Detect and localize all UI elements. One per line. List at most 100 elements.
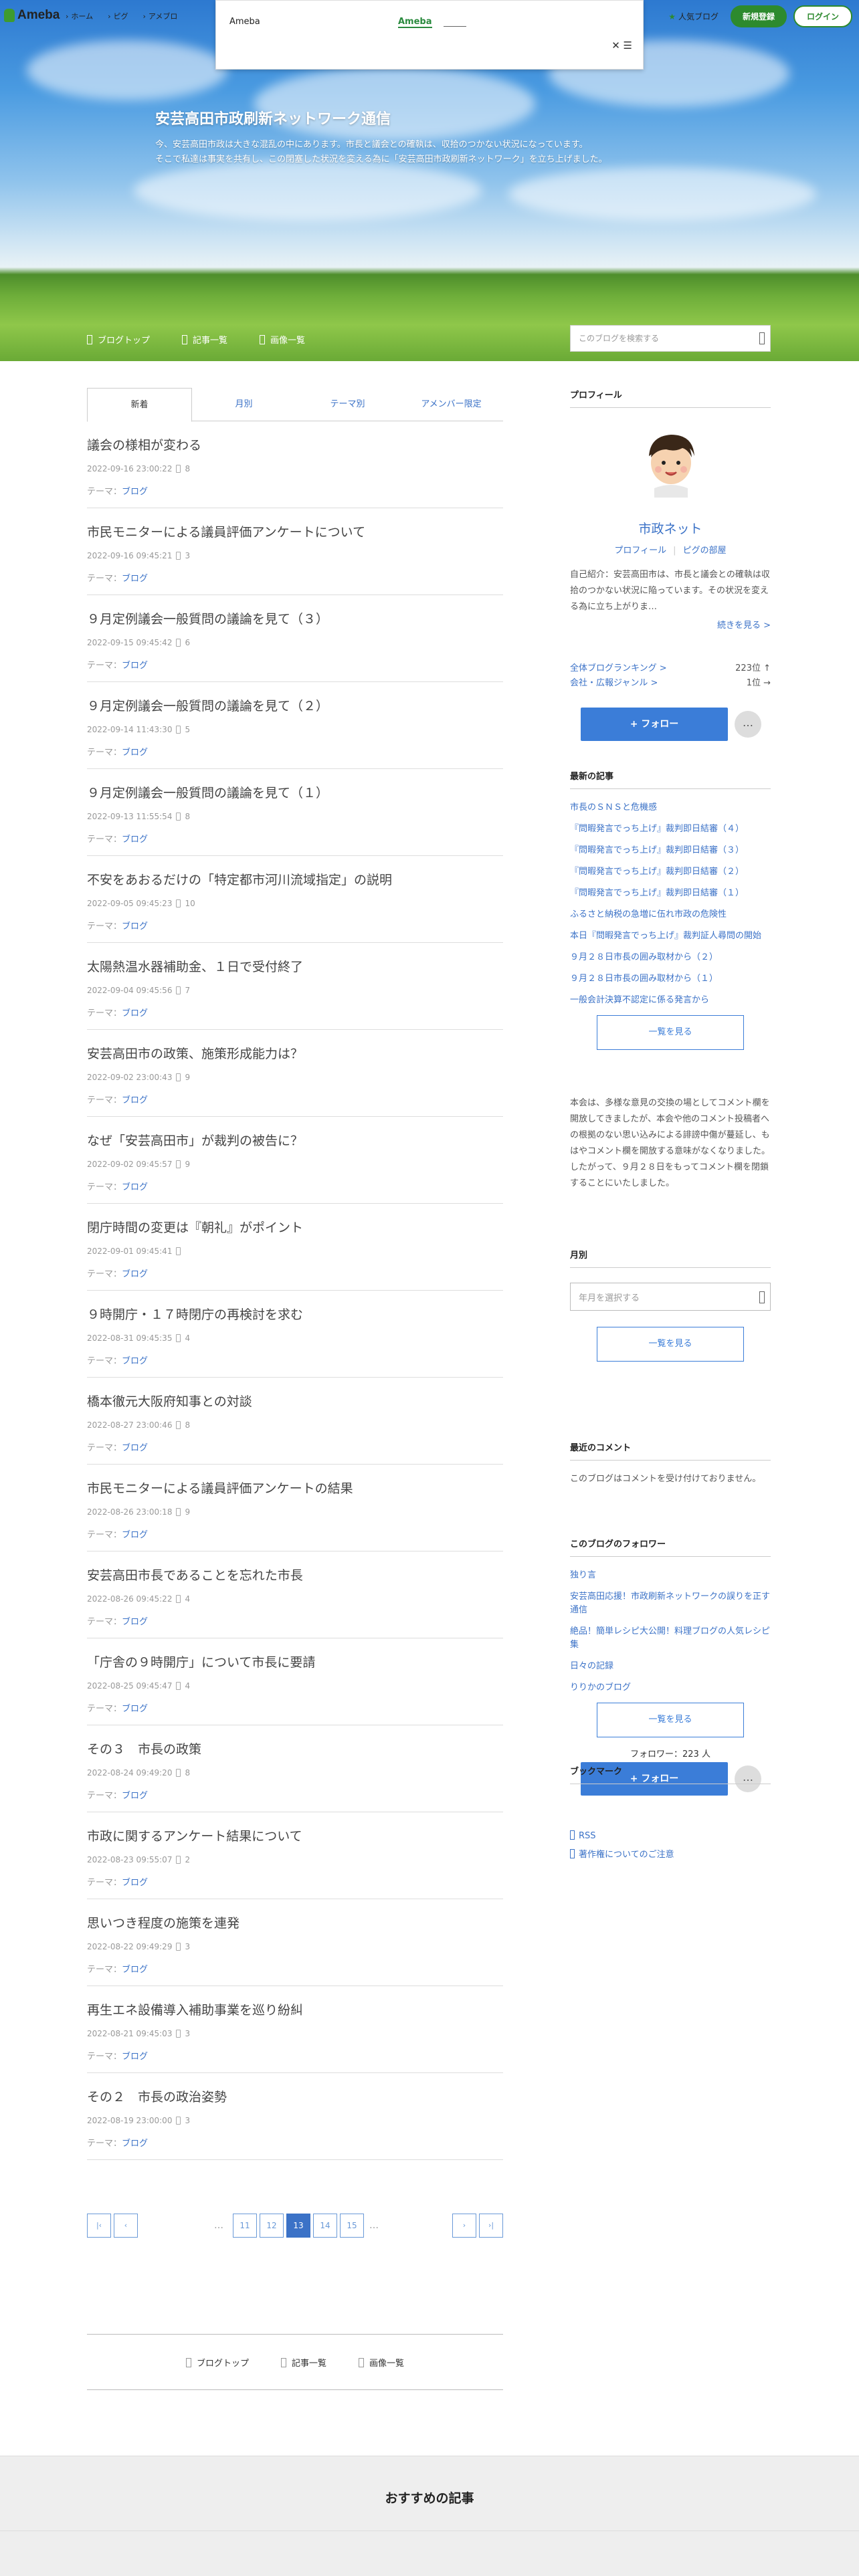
- comment-icon[interactable]: [176, 813, 181, 821]
- recent-entry-link[interactable]: 市長のＳＮＳと危機感: [570, 801, 771, 815]
- comment-icon[interactable]: [176, 1856, 181, 1864]
- recent-entry-link[interactable]: 『問暇発言でっち上げ』裁判即日結審（２）: [570, 865, 771, 879]
- nav-image-list[interactable]: 画像一覧: [260, 333, 305, 346]
- comment-icon[interactable]: [176, 1508, 181, 1516]
- avatar[interactable]: [634, 424, 708, 498]
- entry-title[interactable]: 安芸高田市長であることを忘れた市長: [87, 1566, 503, 1585]
- recent-entry-link[interactable]: 一般会計決算不認定に係る発言から: [570, 994, 771, 1007]
- entry-title[interactable]: 閉庁時間の変更は『朝礼』がポイント: [87, 1218, 503, 1237]
- theme-link[interactable]: ブログ: [122, 748, 148, 758]
- page-12[interactable]: 12: [260, 2214, 284, 2238]
- comment-icon[interactable]: [176, 639, 181, 647]
- theme-link[interactable]: ブログ: [122, 1095, 148, 1105]
- tab-amember[interactable]: アメンバー限定: [399, 388, 503, 421]
- entry-title[interactable]: 市民モニターによる議員評価アンケートの結果: [87, 1479, 503, 1498]
- page-11[interactable]: 11: [233, 2214, 257, 2238]
- recent-entry-link[interactable]: 『問暇発言でっち上げ』裁判即日結審（１）: [570, 887, 771, 900]
- bottom-nav-list[interactable]: 記事一覧: [281, 2356, 326, 2369]
- comment-icon[interactable]: [176, 2117, 181, 2125]
- comment-icon[interactable]: [176, 1421, 181, 1429]
- nav-home[interactable]: ホーム: [66, 11, 93, 21]
- page-13-current[interactable]: 13: [286, 2214, 310, 2238]
- entry-title[interactable]: 安芸高田市の政策、施策形成能力は？: [87, 1045, 503, 1063]
- login-button[interactable]: ログイン: [793, 5, 852, 27]
- entry-title[interactable]: 市政に関するアンケート結果について: [87, 1827, 503, 1846]
- nav-blog-top[interactable]: ブログトップ: [87, 333, 150, 346]
- comment-icon[interactable]: [176, 986, 181, 994]
- signup-button[interactable]: 新規登録: [730, 5, 787, 27]
- rss-link[interactable]: RSS: [570, 1827, 771, 1846]
- pig-room-link[interactable]: ピグの部屋: [683, 546, 727, 556]
- nav-ameblo[interactable]: アメブロ: [142, 11, 177, 21]
- entry-title[interactable]: ９月定例議会一般質問の議論を見て（３）: [87, 610, 503, 629]
- blog-title[interactable]: 安芸高田市政刷新ネットワーク通信: [155, 107, 391, 128]
- comment-icon[interactable]: [176, 2030, 181, 2038]
- theme-link[interactable]: ブログ: [122, 922, 148, 932]
- comment-icon[interactable]: [176, 726, 181, 734]
- entry-title[interactable]: ９時開庁・１７時閉庁の再検討を求む: [87, 1305, 503, 1324]
- profile-name[interactable]: 市政ネット: [570, 519, 771, 537]
- theme-link[interactable]: ブログ: [122, 1791, 148, 1801]
- theme-link[interactable]: ブログ: [122, 1443, 148, 1453]
- entry-title[interactable]: なぜ「安芸高田市」が裁判の被告に？: [87, 1132, 503, 1150]
- comment-icon[interactable]: [176, 899, 181, 907]
- theme-link[interactable]: ブログ: [122, 1182, 148, 1192]
- theme-link[interactable]: ブログ: [122, 1356, 148, 1366]
- tab-theme[interactable]: テーマ別: [296, 388, 399, 421]
- theme-link[interactable]: ブログ: [122, 1008, 148, 1018]
- entry-title[interactable]: その３ 市長の政策: [87, 1740, 503, 1759]
- comment-icon[interactable]: [176, 1682, 181, 1690]
- comment-icon[interactable]: [176, 1943, 181, 1951]
- theme-link[interactable]: ブログ: [122, 1269, 148, 1279]
- page-15[interactable]: 15: [340, 2214, 364, 2238]
- first-page-button[interactable]: |‹: [87, 2214, 111, 2238]
- comment-icon[interactable]: [176, 1073, 181, 1081]
- entry-title[interactable]: ９月定例議会一般質問の議論を見て（２）: [87, 697, 503, 716]
- recent-list-button[interactable]: 一覧を見る: [597, 1015, 744, 1050]
- theme-link[interactable]: ブログ: [122, 487, 148, 497]
- theme-link[interactable]: ブログ: [122, 661, 148, 671]
- last-page-button[interactable]: ›|: [479, 2214, 503, 2238]
- ameba-logo[interactable]: Ameba: [4, 8, 60, 23]
- theme-link[interactable]: ブログ: [122, 1878, 148, 1888]
- bottom-nav-images[interactable]: 画像一覧: [359, 2356, 404, 2369]
- search-icon[interactable]: [759, 332, 765, 344]
- theme-link[interactable]: ブログ: [122, 2139, 148, 2149]
- follower-link[interactable]: 独り言: [570, 1569, 771, 1582]
- nav-pigg[interactable]: ピグ: [108, 11, 128, 21]
- comment-icon[interactable]: [176, 1160, 181, 1168]
- tab-monthly[interactable]: 月別: [192, 388, 296, 421]
- comment-icon[interactable]: [176, 465, 181, 473]
- tab-new[interactable]: 新着: [87, 388, 192, 422]
- entry-title[interactable]: 太陽熱温水器補助金、１日で受付終了: [87, 958, 503, 976]
- follower-link[interactable]: りりかのブログ: [570, 1681, 771, 1695]
- overall-ranking-link[interactable]: 全体ブログランキング >: [570, 661, 667, 675]
- comment-icon[interactable]: [176, 1595, 181, 1603]
- theme-link[interactable]: ブログ: [122, 2052, 148, 2062]
- next-page-button[interactable]: ›: [452, 2214, 476, 2238]
- entry-title[interactable]: 議会の様相が変わる: [87, 436, 503, 455]
- recent-entry-link[interactable]: ９月２８日市長の囲み取材から（２）: [570, 951, 771, 964]
- popup-link[interactable]: Ameba: [398, 17, 432, 28]
- theme-link[interactable]: ブログ: [122, 1530, 148, 1540]
- monthly-list-button[interactable]: 一覧を見る: [597, 1327, 744, 1362]
- comment-icon[interactable]: [176, 1334, 181, 1342]
- entry-title[interactable]: 不安をあおるだけの「特定都市河川流域指定」の説明: [87, 871, 503, 889]
- read-more-link[interactable]: 続きを見る >: [717, 618, 771, 631]
- nav-entry-list[interactable]: 記事一覧: [182, 333, 227, 346]
- blog-search-input[interactable]: このブログを検索する: [570, 325, 771, 352]
- recent-entry-link[interactable]: ふるさと納税の急増に伍れ市政の危険性: [570, 908, 771, 922]
- recent-entry-link[interactable]: 『問暇発言でっち上げ』裁判即日結審（４）: [570, 823, 771, 836]
- theme-link[interactable]: ブログ: [122, 1704, 148, 1714]
- entry-title[interactable]: ９月定例議会一般質問の議論を見て（１）: [87, 784, 503, 802]
- comment-icon[interactable]: [176, 1247, 181, 1255]
- entry-title[interactable]: 思いつき程度の施策を連発: [87, 1914, 503, 1933]
- month-select[interactable]: 年月を選択する: [570, 1283, 771, 1311]
- follow-button[interactable]: + フォロー: [581, 708, 728, 741]
- entry-title[interactable]: 再生エネ設備導入補助事業を巡り紛糾: [87, 2001, 503, 2020]
- entry-title[interactable]: 市民モニターによる議員評価アンケートについて: [87, 523, 503, 542]
- prev-page-button[interactable]: ‹: [114, 2214, 138, 2238]
- genre-ranking-link[interactable]: 会社・広報ジャンル >: [570, 675, 658, 690]
- page-14[interactable]: 14: [313, 2214, 337, 2238]
- theme-link[interactable]: ブログ: [122, 1617, 148, 1627]
